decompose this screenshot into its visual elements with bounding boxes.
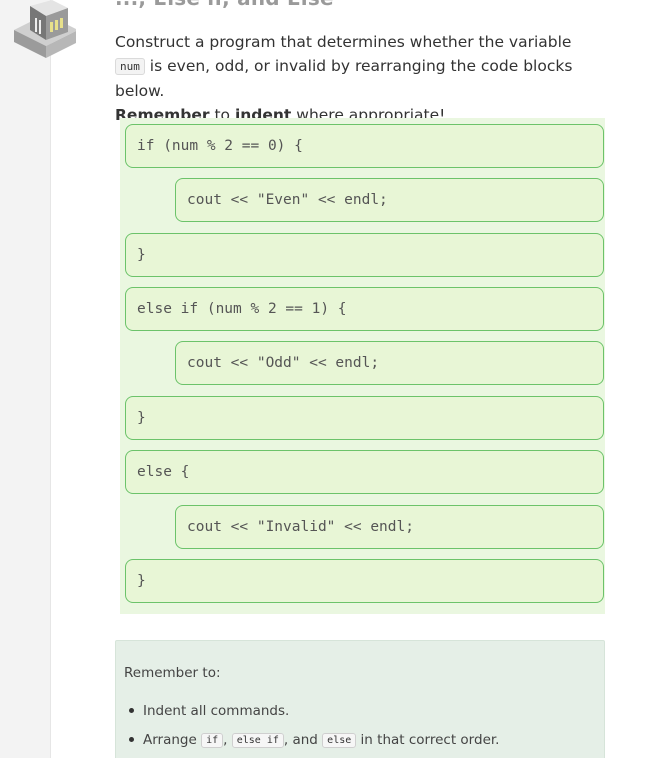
code-block-if[interactable]: if (num % 2 == 0) { (125, 124, 604, 168)
reminder-sep-2: , and (283, 732, 323, 748)
code-block-else[interactable]: else { (125, 450, 604, 494)
section-heading: ..., Else if, and Else (115, 0, 334, 10)
code-block-close-3[interactable]: } (125, 559, 604, 603)
reminder-list: Indent all commands. Arrange if, else if… (124, 699, 499, 757)
code-block-else-if[interactable]: else if (num % 2 == 1) { (125, 287, 604, 331)
if-code: if (201, 733, 224, 748)
code-block-odd[interactable]: cout << "Odd" << endl; (175, 341, 604, 385)
reminder-text-arrange: Arrange (143, 732, 202, 748)
page: ..., Else if, and Else Construct a progr… (0, 0, 646, 758)
reminder-title: Remember to: (124, 665, 221, 681)
reminder-item-indent-text: Indent all commands. (143, 703, 290, 719)
code-block-invalid[interactable]: cout << "Invalid" << endl; (175, 505, 604, 549)
else-code: else (322, 733, 357, 748)
instructions-text-2: is even, odd, or invalid by rearranging … (115, 57, 573, 100)
reminder-sep-1: , (223, 732, 232, 748)
reminder-item-order: Arrange if, else if, and else in that co… (124, 728, 499, 757)
logo-icon (8, 0, 78, 58)
instructions: Construct a program that determines whet… (115, 30, 595, 127)
code-block-close-1[interactable]: } (125, 233, 604, 277)
code-block-even[interactable]: cout << "Even" << endl; (175, 178, 604, 222)
code-block-close-2[interactable]: } (125, 396, 604, 440)
reminder-box: Remember to: Indent all commands. Arrang… (115, 640, 605, 758)
instructions-text-1: Construct a program that determines whet… (115, 33, 572, 51)
reminder-item-indent: Indent all commands. (124, 699, 499, 728)
variable-code: num (115, 58, 145, 75)
reminder-text-order: in that correct order. (356, 732, 500, 748)
else-if-code: else if (231, 733, 284, 748)
